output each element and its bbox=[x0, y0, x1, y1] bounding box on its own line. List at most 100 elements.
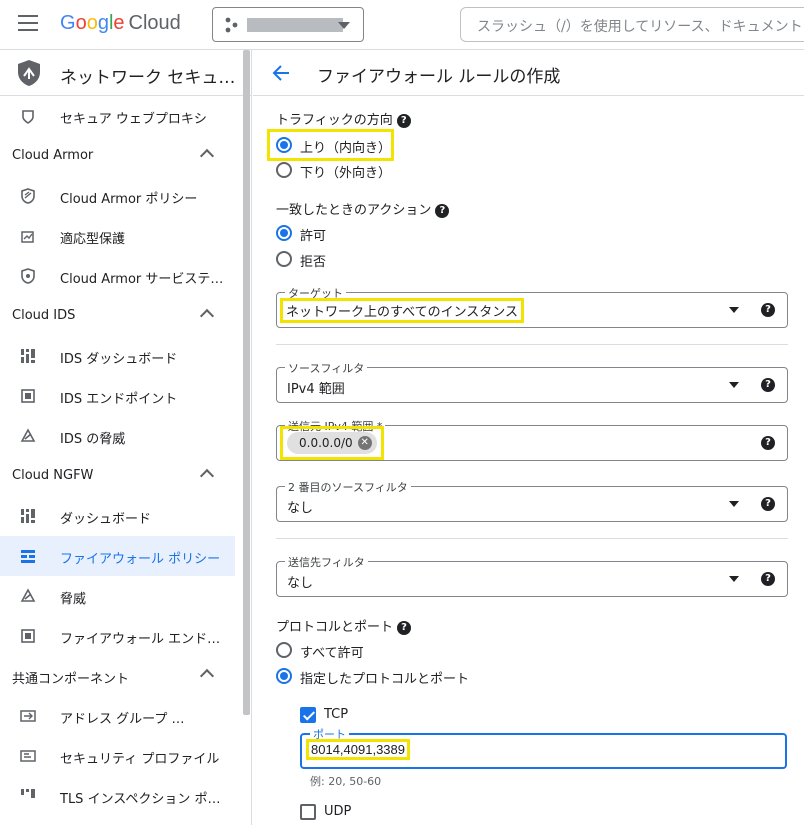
security-profile-icon bbox=[20, 750, 36, 762]
google-cloud-logo[interactable]: Google Cloud bbox=[60, 12, 181, 35]
sidebar-item-item-16[interactable]: セキュリティ プロファイル bbox=[0, 736, 251, 776]
udp-checkbox[interactable] bbox=[300, 804, 316, 820]
target-select[interactable]: ターゲット ネットワーク上のすべてのインスタンス ? bbox=[276, 285, 788, 328]
divider bbox=[276, 538, 788, 539]
sidebar-item-label: Cloud Armor ポリシー bbox=[60, 192, 198, 207]
secure-web-proxy-icon bbox=[22, 110, 34, 124]
ports-label: ポート bbox=[310, 726, 349, 742]
sidebar-item-item-15[interactable]: アドレス グループ … bbox=[0, 696, 251, 736]
sidebar-section-cloud-ids[interactable]: Cloud IDS bbox=[0, 296, 251, 336]
sidebar-item-item-13[interactable]: ファイアウォール エンド… bbox=[0, 616, 251, 656]
sidebar-item-ids[interactable]: IDS の脅威 bbox=[0, 416, 251, 456]
sidebar-item-cloud-armor[interactable]: Cloud Armor サービステ… bbox=[0, 256, 251, 296]
threat-icon bbox=[20, 428, 36, 442]
radio-ingress[interactable]: 上り（内向き） bbox=[267, 129, 394, 161]
sidebar-item-item-0[interactable]: セキュア ウェブプロキシ bbox=[0, 96, 251, 136]
radio-allow-all-dot[interactable] bbox=[276, 642, 292, 658]
radio-deny-label: 拒否 bbox=[300, 255, 327, 270]
sidebar-scrollbar[interactable] bbox=[241, 50, 251, 715]
sidebar-item-label: セキュリティ プロファイル bbox=[60, 752, 220, 767]
sidebar-item-ids[interactable]: IDS ダッシュボード bbox=[0, 336, 251, 376]
sidebar-section-label: Cloud Armor bbox=[12, 148, 94, 163]
scrollbar-thumb[interactable] bbox=[243, 50, 250, 715]
help-icon[interactable]: ? bbox=[761, 303, 775, 317]
help-icon[interactable]: ? bbox=[435, 203, 450, 218]
back-arrow-icon[interactable] bbox=[271, 63, 291, 83]
sidebar-item-item-3[interactable]: 適応型保護 bbox=[0, 216, 251, 256]
help-icon[interactable]: ? bbox=[761, 378, 775, 392]
protocols-text: プロトコルとポート bbox=[276, 620, 394, 635]
source-filter-label: ソースフィルタ bbox=[285, 360, 368, 376]
source-filter-select[interactable]: ソースフィルタ IPv4 範囲 ? bbox=[276, 360, 788, 403]
tcp-checkbox[interactable] bbox=[300, 707, 316, 723]
sidebar-item-label: TLS インスペクション ポ… bbox=[60, 792, 221, 807]
divider bbox=[276, 344, 788, 345]
sidebar-nav: セキュア ウェブプロキシ Cloud Armor Cloud Armor ポリシー適… bbox=[0, 96, 251, 816]
help-icon[interactable]: ? bbox=[761, 497, 775, 511]
ports-value[interactable]: 8014,4091,3389 bbox=[306, 739, 410, 760]
sidebar-section-item-14[interactable]: 共通コンポーネント bbox=[0, 656, 251, 696]
radio-specified-dot[interactable] bbox=[276, 668, 292, 684]
main-menu-icon[interactable] bbox=[18, 15, 38, 31]
chevron-up-icon[interactable] bbox=[199, 668, 215, 684]
dropdown-arrow-icon[interactable] bbox=[729, 307, 739, 313]
project-icon bbox=[225, 17, 238, 33]
endpoint-icon bbox=[21, 629, 35, 643]
second-source-filter-select[interactable]: 2 番目のソースフィルタ なし ? bbox=[276, 479, 788, 522]
chevron-up-icon[interactable] bbox=[199, 148, 215, 164]
remove-chip-icon[interactable]: ✕ bbox=[357, 436, 372, 450]
ports-example-hint: 例: 20, 50-60 bbox=[310, 775, 382, 788]
target-value: ネットワーク上のすべてのインスタンス bbox=[279, 298, 525, 323]
chevron-up-icon[interactable] bbox=[199, 308, 215, 324]
chevron-down-icon bbox=[338, 22, 350, 29]
help-icon[interactable]: ? bbox=[397, 620, 412, 635]
sidebar-item-item-10[interactable]: ダッシュボード bbox=[0, 496, 251, 536]
dashboard-icon bbox=[21, 509, 35, 523]
sidebar-section-label: Cloud IDS bbox=[12, 308, 76, 323]
radio-ingress-dot[interactable] bbox=[276, 137, 292, 153]
sidebar-item-tls[interactable]: TLS インスペクション ポ… bbox=[0, 776, 251, 816]
help-icon[interactable]: ? bbox=[761, 436, 775, 450]
network-security-icon bbox=[18, 60, 40, 86]
search-input[interactable]: スラッシュ（/）を使用してリソース、ドキュメント bbox=[460, 7, 804, 42]
project-picker[interactable] bbox=[212, 7, 364, 42]
traffic-direction-label: トラフィックの方向? bbox=[276, 109, 411, 128]
sidebar-section-cloud-ngfw[interactable]: Cloud NGFW bbox=[0, 456, 251, 496]
sidebar-section-label: 共通コンポーネント bbox=[12, 672, 130, 687]
radio-specified-label: 指定したプロトコルとポート bbox=[300, 672, 470, 687]
source-filter-value: IPv4 範囲 bbox=[287, 382, 345, 397]
dropdown-arrow-icon[interactable] bbox=[729, 382, 739, 388]
dropdown-arrow-icon[interactable] bbox=[729, 576, 739, 582]
source-ipv4-input[interactable]: 送信元 IPv4 範囲 * 0.0.0.0/0 ✕ ? bbox=[276, 418, 788, 461]
dropdown-arrow-icon[interactable] bbox=[729, 501, 739, 507]
second-source-filter-label: 2 番目のソースフィルタ bbox=[285, 479, 411, 495]
sidebar-section-cloud-armor[interactable]: Cloud Armor bbox=[0, 136, 251, 176]
radio-allow-dot[interactable] bbox=[276, 225, 292, 241]
tcp-ports-input[interactable]: ポート 8014,4091,3389 bbox=[300, 726, 787, 769]
adaptive-protection-icon bbox=[21, 231, 34, 243]
help-icon[interactable]: ? bbox=[396, 113, 411, 128]
sidebar-item-item-12[interactable]: 脅威 bbox=[0, 576, 251, 616]
ip-range-chip-label: 0.0.0.0/0 bbox=[299, 436, 353, 450]
help-icon[interactable]: ? bbox=[761, 572, 775, 586]
dashboard-icon bbox=[21, 349, 35, 363]
target-label: ターゲット bbox=[285, 285, 346, 301]
radio-egress-dot[interactable] bbox=[276, 162, 292, 178]
sidebar-item-item-11[interactable]: ファイアウォール ポリシー bbox=[0, 536, 235, 576]
cloud-armor-policy-icon bbox=[21, 188, 35, 204]
top-bar: Google Cloud スラッシュ（/）を使用してリソース、ドキュメント bbox=[0, 0, 804, 50]
action-text: 一致したときのアクション bbox=[276, 203, 432, 218]
sidebar-item-label: IDS ダッシュボード bbox=[60, 352, 178, 367]
tls-icon bbox=[21, 789, 35, 798]
dest-filter-select[interactable]: 送信先フィルタ なし ? bbox=[276, 554, 788, 597]
radio-deny-dot[interactable] bbox=[276, 251, 292, 267]
chevron-up-icon[interactable] bbox=[199, 468, 215, 484]
sidebar-section-label: Cloud NGFW bbox=[12, 468, 94, 483]
tcp-label: TCP bbox=[324, 707, 349, 722]
sidebar-item-ids[interactable]: IDS エンドポイント bbox=[0, 376, 251, 416]
traffic-direction-text: トラフィックの方向 bbox=[276, 113, 393, 128]
endpoint-icon bbox=[21, 389, 35, 403]
sidebar-item-label: 脅威 bbox=[60, 592, 87, 607]
ip-range-chip[interactable]: 0.0.0.0/0 ✕ bbox=[287, 432, 377, 454]
sidebar-item-cloud-armor[interactable]: Cloud Armor ポリシー bbox=[0, 176, 251, 216]
